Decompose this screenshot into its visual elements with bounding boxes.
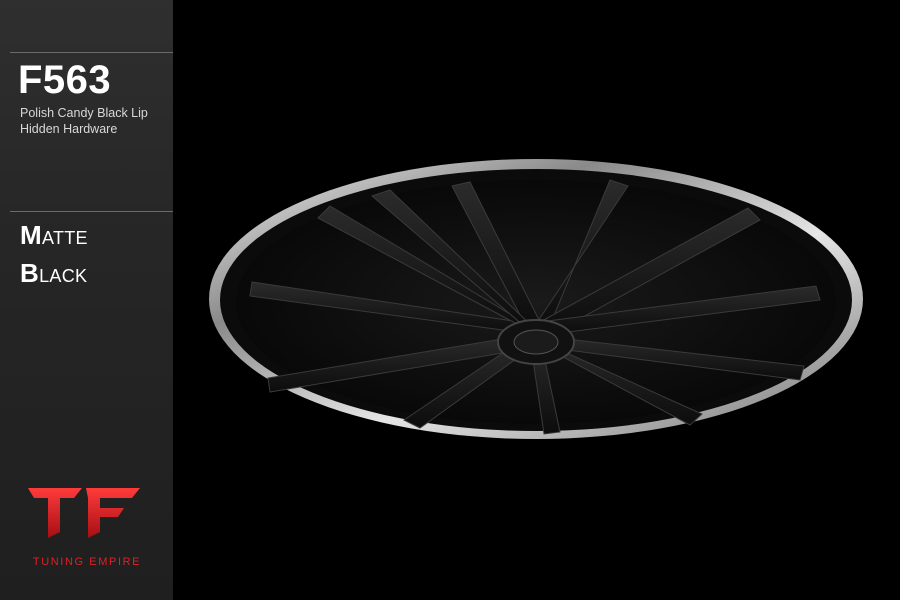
product-image: F563 Polish Candy Black Lip Hidden Hardw… [0, 0, 900, 600]
wheel-illustration [209, 159, 863, 439]
center-cap-emblem [513, 329, 559, 355]
